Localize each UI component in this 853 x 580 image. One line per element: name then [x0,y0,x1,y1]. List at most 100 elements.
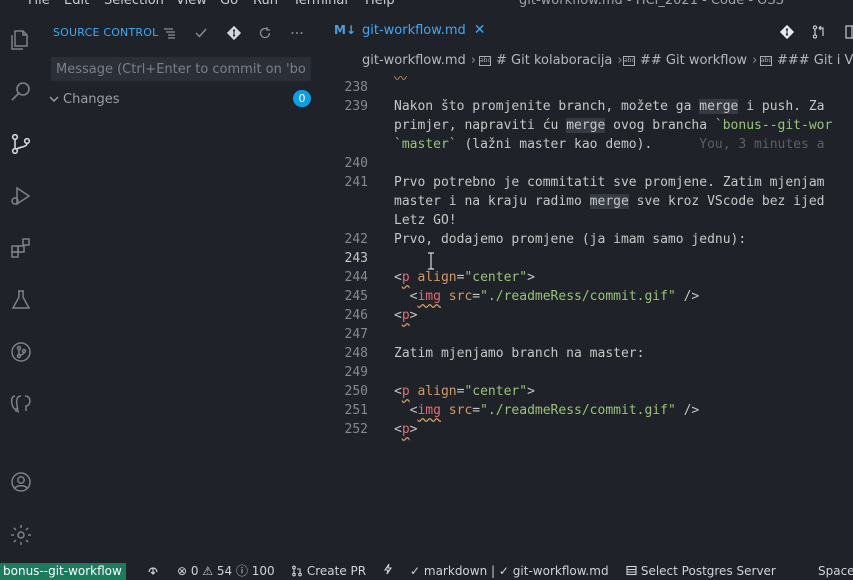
code-line-245: <img src="./readmeRess/commit.gif" /> [394,289,700,304]
line-number: 250 [344,384,368,399]
sidebar-title: SOURCE CONTROL [53,26,159,39]
window-title: git-workflow.md - HCI_2021 - Code - OSS [519,0,784,8]
breadcrumb-item-h3[interactable]: abc ### Git i VSC [760,53,853,68]
commit-check-icon[interactable] [192,24,210,42]
tab-label: git-workflow.md [362,22,466,38]
line-number: 241 [344,175,368,190]
code-line-250: <p align="center"> [394,384,535,399]
code-line-244: <p align="center"> [394,270,535,285]
create-pr-label: Create PR [306,564,367,578]
git-logo-icon[interactable] [225,24,243,42]
menu-go[interactable]: Go [220,0,238,8]
split-editor-icon[interactable] [842,22,853,42]
git-blame-annotation: You, 3 minutes a [699,137,825,152]
database-icon [626,565,637,576]
check-icon: ✓ [498,564,509,578]
breadcrumb-item-h2[interactable]: abc ## Git workflow › [623,53,762,68]
code-line-242: Prvo, dodajemo promjene (ja imam samo je… [394,232,747,247]
git-logo-icon[interactable] [777,22,797,42]
explorer-icon[interactable] [0,18,42,62]
code-line-241-wrap-1: master i na kraju radimo merge sve kroz … [394,194,825,209]
status-bar: bonus--git-workflow ⊗ 0 ⚠ 54 ⓘ 100 Creat… [0,563,853,580]
breadcrumb-h2-label: ## Git workflow [640,53,748,68]
run-debug-icon[interactable] [0,174,42,218]
commit-message-input[interactable] [51,57,311,81]
markdown-editor[interactable]: 〰 238 239 Nakon što promjenite branch, m… [322,72,853,563]
line-number: 248 [344,346,368,361]
more-actions-icon[interactable] [288,24,306,42]
breadcrumb-h3-label: ### Git i VSC [777,53,853,68]
line-number: 252 [344,422,368,437]
line-number: 245 [344,289,368,304]
settings-icon[interactable] [0,513,42,557]
line-number: 239 [344,99,368,114]
postgres-server-status[interactable]: Select Postgres Server [626,563,776,580]
breadcrumb-item-file[interactable]: git-workflow.md › [362,53,481,68]
code-line-241-wrap-2: Letz GO! [394,213,457,228]
text-cursor-icon [428,252,434,270]
line-number: 249 [344,365,368,380]
check-icon: ✓ [410,564,421,578]
accounts-icon[interactable] [0,460,42,504]
tab-git-workflow-md[interactable]: M↓ git-workflow.md ✕ [322,10,493,50]
branch-status[interactable]: bonus--git-workflow [0,563,126,580]
chevron-right-icon: › [617,53,623,68]
code-line-239-wrap-1: primjer, napraviti ću merge ovog brancha… [394,118,833,133]
markdown-file-icon: M↓ [334,23,356,37]
create-pr-button[interactable]: Create PR [291,563,366,580]
postgres-icon[interactable] [0,382,42,426]
testing-icon[interactable] [0,278,42,322]
code-line-239-wrap-2: `master` (lažni master kao demo). You, 3… [394,137,825,152]
breadcrumb-h1-label: # Git kolaboracija [496,53,613,68]
refresh-icon[interactable] [256,24,274,42]
line-number: 242 [344,232,368,247]
source-control-icon[interactable] [0,122,42,166]
breadcrumb: git-workflow.md › abc # Git kolaboracija… [322,50,853,72]
activity-bar [0,10,42,563]
menu-view[interactable]: View [176,0,207,8]
open-changes-icon[interactable] [809,22,829,42]
language-mode-status[interactable]: ✓ markdown | ✓ git-workflow.md [410,563,609,580]
line-number: 240 [344,156,368,171]
indentation-status[interactable]: Spaces [818,563,853,580]
changes-count-badge: 0 [293,90,311,107]
search-icon[interactable] [0,70,42,114]
squiggle-fragment: 〰 [394,72,408,87]
changes-group-header[interactable]: Changes 0 [42,89,322,111]
editor-tab-bar: M↓ git-workflow.md ✕ [322,10,853,50]
code-line-239: Nakon što promjenite branch, možete ga m… [394,99,825,114]
language-label: markdown [423,564,488,578]
chevron-down-icon [49,96,59,102]
menu-edit[interactable]: Edit [64,0,89,8]
code-line-248: Zatim mjenjamo branch na master: [394,346,645,361]
status-separator: | [491,564,496,578]
title-bar: File Edit Selection View Go Run Terminal… [0,0,853,10]
line-number: 251 [344,403,368,418]
problems-status[interactable]: ⊗ 0 ⚠ 54 ⓘ 100 [177,563,275,580]
line-number: 238 [344,80,368,95]
heading-icon: abc [623,55,635,66]
line-number: 247 [344,327,368,342]
close-icon[interactable]: ✕ [474,22,486,38]
line-number: 244 [344,270,368,285]
extensions-icon[interactable] [0,226,42,270]
pull-request-icon [292,565,302,577]
chevron-right-icon: › [470,53,476,68]
code-line-251: <img src="./readmeRess/commit.gif" /> [394,403,700,418]
view-as-tree-icon[interactable] [161,24,179,42]
menu-help[interactable]: Help [365,0,395,8]
menu-file[interactable]: File [28,0,50,8]
line-number: 246 [344,308,368,323]
menu-selection[interactable]: Selection [104,0,164,8]
git-graph-icon[interactable] [0,330,42,374]
menu-terminal[interactable]: Terminal [293,0,348,8]
changes-label: Changes [63,92,120,107]
heading-icon: abc [479,55,491,66]
postgres-label: Select Postgres Server [640,564,776,578]
breadcrumb-item-h1[interactable]: abc # Git kolaboracija › [479,53,628,68]
lightning-icon[interactable] [383,563,393,580]
menu-run[interactable]: Run [253,0,278,8]
sync-icon[interactable] [146,563,160,580]
line-number-active: 243 [344,251,368,266]
code-line-241: Prvo potrebno je commitatit sve promjene… [394,175,825,190]
